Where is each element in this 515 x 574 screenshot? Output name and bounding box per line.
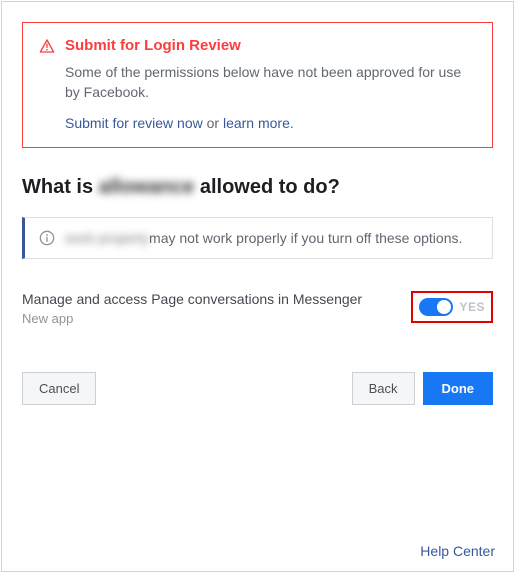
alert-body: Some of the permissions below have not b…: [65, 62, 476, 103]
heading-appname-blurred: allowance: [99, 176, 195, 199]
toggle-label: YES: [459, 300, 485, 314]
button-row: Cancel Back Done: [22, 372, 493, 405]
alert-links: Submit for review now or learn more.: [65, 115, 476, 131]
login-review-alert: Submit for Login Review Some of the perm…: [22, 22, 493, 148]
cancel-button[interactable]: Cancel: [22, 372, 96, 405]
warning-icon: [39, 38, 55, 54]
info-icon: [39, 230, 55, 246]
alert-period: .: [290, 115, 294, 131]
permission-title: Manage and access Page conversations in …: [22, 291, 401, 307]
help-center-link[interactable]: Help Center: [420, 543, 495, 559]
info-text: may not work properly if you turn off th…: [149, 230, 462, 246]
done-button[interactable]: Done: [423, 372, 494, 405]
info-bar: work properlymay not work properly if yo…: [22, 217, 493, 259]
page-heading: What is allowance allowed to do?: [22, 176, 493, 199]
toggle-highlight-box: YES: [411, 291, 493, 323]
alert-or-text: or: [203, 115, 223, 131]
alert-title: Submit for Login Review: [65, 37, 241, 54]
info-blurred: work properly: [65, 230, 149, 246]
submit-review-link[interactable]: Submit for review now: [65, 115, 203, 131]
info-text-wrap: work properlymay not work properly if yo…: [65, 230, 462, 246]
heading-prefix: What is: [22, 176, 99, 198]
permission-text: Manage and access Page conversations in …: [22, 291, 411, 326]
permission-row: Manage and access Page conversations in …: [22, 291, 493, 326]
heading-suffix: allowed to do?: [200, 176, 340, 198]
dialog-container: Submit for Login Review Some of the perm…: [1, 1, 514, 572]
back-button[interactable]: Back: [352, 372, 415, 405]
button-group-right: Back Done: [352, 372, 493, 405]
permission-subtitle: New app: [22, 311, 401, 326]
permission-toggle[interactable]: [419, 298, 453, 316]
alert-header: Submit for Login Review: [39, 37, 476, 54]
learn-more-link[interactable]: learn more: [223, 115, 290, 131]
